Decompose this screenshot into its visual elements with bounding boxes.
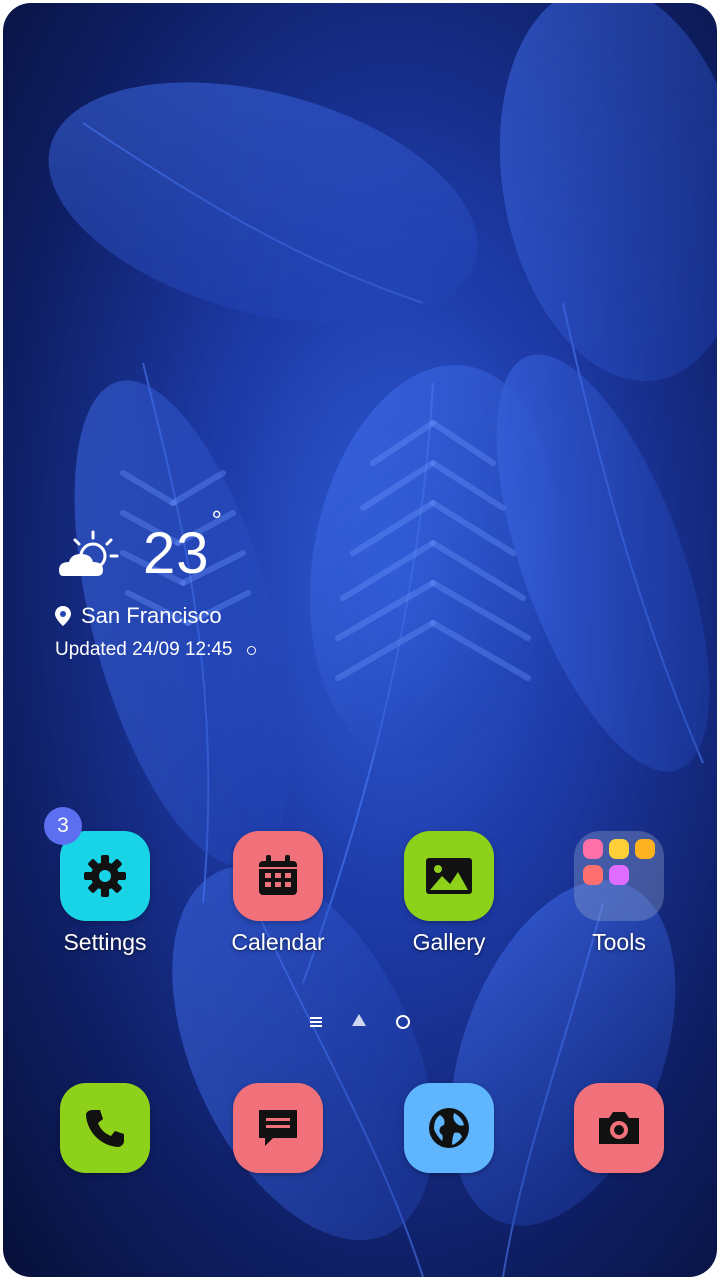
page-dot[interactable] xyxy=(396,1015,410,1029)
app-label: Gallery xyxy=(412,929,486,955)
gallery-icon xyxy=(426,858,472,894)
mini-app-icon xyxy=(583,865,603,885)
messages-app-icon[interactable] xyxy=(233,1083,323,1173)
refresh-icon[interactable] xyxy=(246,645,256,655)
dock-messages[interactable] xyxy=(208,1083,348,1173)
weather-location: San Francisco xyxy=(81,603,222,628)
dock-phone[interactable] xyxy=(35,1083,175,1173)
mini-app-icon xyxy=(609,865,629,885)
folder-tools[interactable]: Tools xyxy=(549,831,689,956)
calendar-app-icon[interactable] xyxy=(233,831,323,921)
camera-app-icon[interactable] xyxy=(574,1083,664,1173)
weather-updated: Updated 24/09 12:45 xyxy=(55,639,233,660)
partly-cloudy-icon xyxy=(59,530,119,576)
phone-app-icon[interactable] xyxy=(60,1083,150,1173)
weather-widget[interactable]: 23° San Francisco Updated 24/09 12:45 xyxy=(55,505,256,661)
app-label: Settings xyxy=(63,929,147,955)
location-pin-icon xyxy=(55,606,71,626)
page-indicator xyxy=(3,1014,717,1029)
mini-app-icon xyxy=(583,839,603,859)
app-label: Tools xyxy=(592,929,646,955)
mini-app-icon xyxy=(609,839,629,859)
app-gallery[interactable]: Gallery xyxy=(379,831,519,956)
folder-icon[interactable] xyxy=(574,831,664,921)
menu-icon[interactable] xyxy=(310,1017,322,1027)
app-calendar[interactable]: Calendar xyxy=(208,831,348,956)
message-icon xyxy=(259,1110,297,1146)
notification-badge: 3 xyxy=(44,807,82,845)
home-screen: 23° San Francisco Updated 24/09 12:45 3 xyxy=(3,3,717,1277)
home-page-icon[interactable] xyxy=(352,1014,366,1026)
calendar-icon xyxy=(259,855,297,895)
dock-browser[interactable] xyxy=(379,1083,519,1173)
app-label: Calendar xyxy=(231,929,325,955)
gallery-app-icon[interactable] xyxy=(404,831,494,921)
gear-icon xyxy=(84,855,126,897)
app-settings[interactable]: 3 Settings xyxy=(35,807,175,956)
phone-icon xyxy=(86,1110,124,1147)
dock-camera[interactable] xyxy=(549,1083,689,1173)
mini-app-icon xyxy=(635,839,655,859)
browser-app-icon[interactable] xyxy=(404,1083,494,1173)
camera-icon xyxy=(599,1112,639,1144)
settings-app-icon[interactable]: 3 xyxy=(44,807,150,921)
temperature: 23° xyxy=(143,505,223,586)
globe-icon xyxy=(429,1108,469,1148)
